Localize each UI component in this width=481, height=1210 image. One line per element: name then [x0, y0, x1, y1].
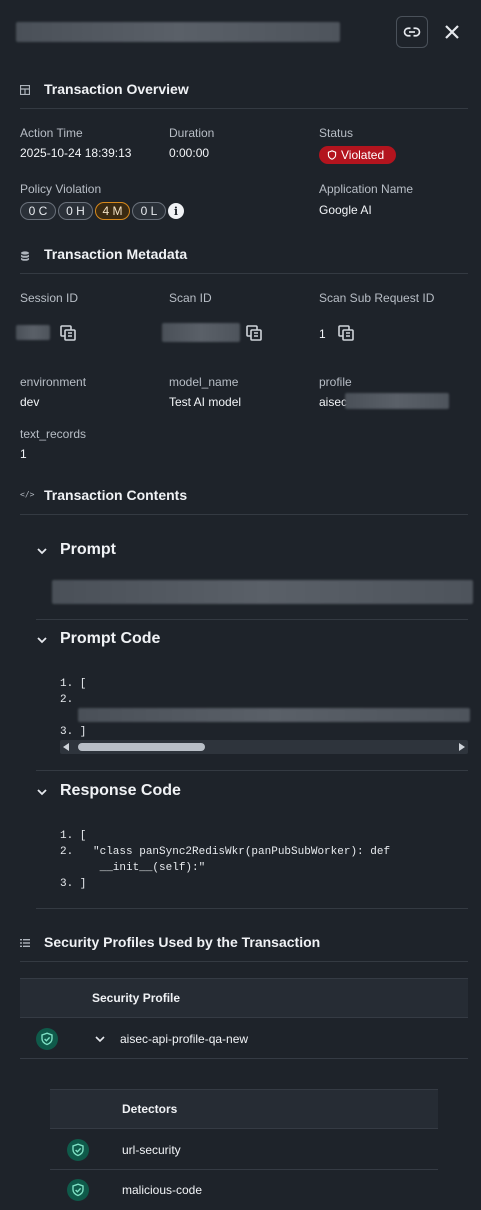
divider: [20, 961, 468, 962]
database-icon: [21, 251, 29, 261]
metadata-title: Transaction Metadata: [44, 246, 188, 262]
transaction-title-redacted: [16, 22, 340, 42]
text-records-value: 1: [20, 447, 27, 461]
detector-name: malicious-code: [122, 1183, 203, 1197]
contents-title: Transaction Contents: [44, 487, 188, 503]
code-icon: </>: [20, 490, 35, 499]
detector-name: url-security: [122, 1143, 181, 1157]
close-icon: [445, 25, 459, 39]
code-line: 1. [: [60, 678, 87, 690]
high-count-pill: 0 H: [58, 202, 93, 220]
copy-link-button[interactable]: [396, 16, 428, 48]
scroll-left-arrow[interactable]: [63, 743, 69, 751]
link-icon: [403, 27, 421, 37]
overview-title: Transaction Overview: [44, 81, 189, 97]
scan-id-label: Scan ID: [169, 291, 212, 305]
security-profile-column-header[interactable]: Security Profile: [92, 991, 180, 1005]
action-time-value: 2025-10-24 18:39:13: [20, 146, 132, 160]
duration-value: 0:00:00: [169, 146, 210, 160]
divider: [36, 770, 468, 771]
transaction-detail-panel: Transaction Overview Action Time 2025-10…: [0, 0, 481, 1210]
chevron-down-icon[interactable]: [36, 545, 48, 557]
horizontal-scrollbar[interactable]: [60, 740, 468, 754]
action-time-label: Action Time: [20, 126, 83, 140]
profile-value-redacted: [345, 393, 449, 409]
model-name-value: Test AI model: [169, 395, 242, 409]
profile-value: aisec: [319, 395, 348, 409]
profiles-title: Security Profiles Used by the Transactio…: [44, 934, 321, 950]
chevron-down-icon[interactable]: [94, 1033, 106, 1045]
scrollbar-thumb[interactable]: [78, 743, 205, 751]
policy-violation-label: Policy Violation: [20, 182, 102, 196]
low-count-pill: 0 L: [132, 202, 166, 220]
environment-value: dev: [20, 395, 40, 409]
divider: [36, 619, 468, 620]
divider: [20, 273, 468, 274]
list-icon: [20, 939, 30, 947]
shield-icon: [327, 150, 337, 160]
duration-label: Duration: [169, 126, 215, 140]
session-id-redacted: [16, 325, 50, 340]
divider: [36, 908, 468, 909]
medium-count-pill: 4 M: [95, 202, 130, 220]
shield-check-icon: [72, 1183, 84, 1197]
profile-label: profile: [319, 375, 352, 389]
code-line: 2.: [60, 694, 74, 706]
scan-id-redacted: [162, 323, 240, 342]
code-line: __init__(self):": [60, 862, 206, 874]
profiles-table-header: [20, 978, 468, 1018]
code-line: 3. ]: [60, 878, 87, 890]
model-name-label: model_name: [169, 375, 239, 389]
code-line: 1. [: [60, 830, 87, 842]
shield-check-icon: [72, 1143, 84, 1157]
app-name-label: Application Name: [319, 182, 414, 196]
prompt-accordion-title[interactable]: Prompt: [60, 541, 116, 559]
code-line-redacted: [78, 708, 470, 722]
row-divider: [20, 1058, 468, 1059]
divider: [20, 108, 468, 109]
app-name-value: Google AI: [319, 203, 372, 217]
profile-status-shield: [36, 1028, 58, 1050]
status-text: Violated: [341, 148, 385, 162]
status-badge: Violated: [319, 146, 396, 164]
critical-count-pill: 0 C: [20, 202, 56, 220]
code-line: 3. ]: [60, 726, 87, 738]
profile-name[interactable]: aisec-api-profile-qa-new: [120, 1032, 248, 1046]
scan-sub-request-value: 1: [319, 327, 326, 341]
code-line: 2. "class panSync2RedisWkr(panPubSubWork…: [60, 846, 391, 858]
detector-status-shield: [67, 1179, 89, 1201]
row-divider: [50, 1169, 438, 1170]
session-id-label: Session ID: [20, 291, 79, 305]
prompt-text-redacted: [52, 580, 473, 604]
shield-check-icon: [41, 1032, 53, 1046]
detector-status-shield: [67, 1139, 89, 1161]
response-code-accordion-title[interactable]: Response Code: [60, 782, 181, 800]
chevron-down-icon[interactable]: [36, 634, 48, 646]
detectors-table-header: [50, 1089, 438, 1129]
text-records-label: text_records: [20, 427, 87, 441]
scroll-right-arrow[interactable]: [459, 743, 465, 751]
environment-label: environment: [20, 375, 87, 389]
chevron-down-icon[interactable]: [36, 786, 48, 798]
scan-sub-request-label: Scan Sub Request ID: [319, 291, 435, 305]
close-button[interactable]: [436, 16, 468, 48]
copy-icon[interactable]: [246, 325, 262, 341]
info-icon[interactable]: i: [168, 203, 184, 219]
detectors-column-header[interactable]: Detectors: [122, 1102, 177, 1116]
divider: [20, 514, 468, 515]
table-icon: [20, 85, 30, 95]
status-label: Status: [319, 126, 354, 140]
prompt-code-accordion-title[interactable]: Prompt Code: [60, 630, 160, 648]
copy-icon[interactable]: [338, 325, 354, 341]
copy-icon[interactable]: [60, 325, 76, 341]
